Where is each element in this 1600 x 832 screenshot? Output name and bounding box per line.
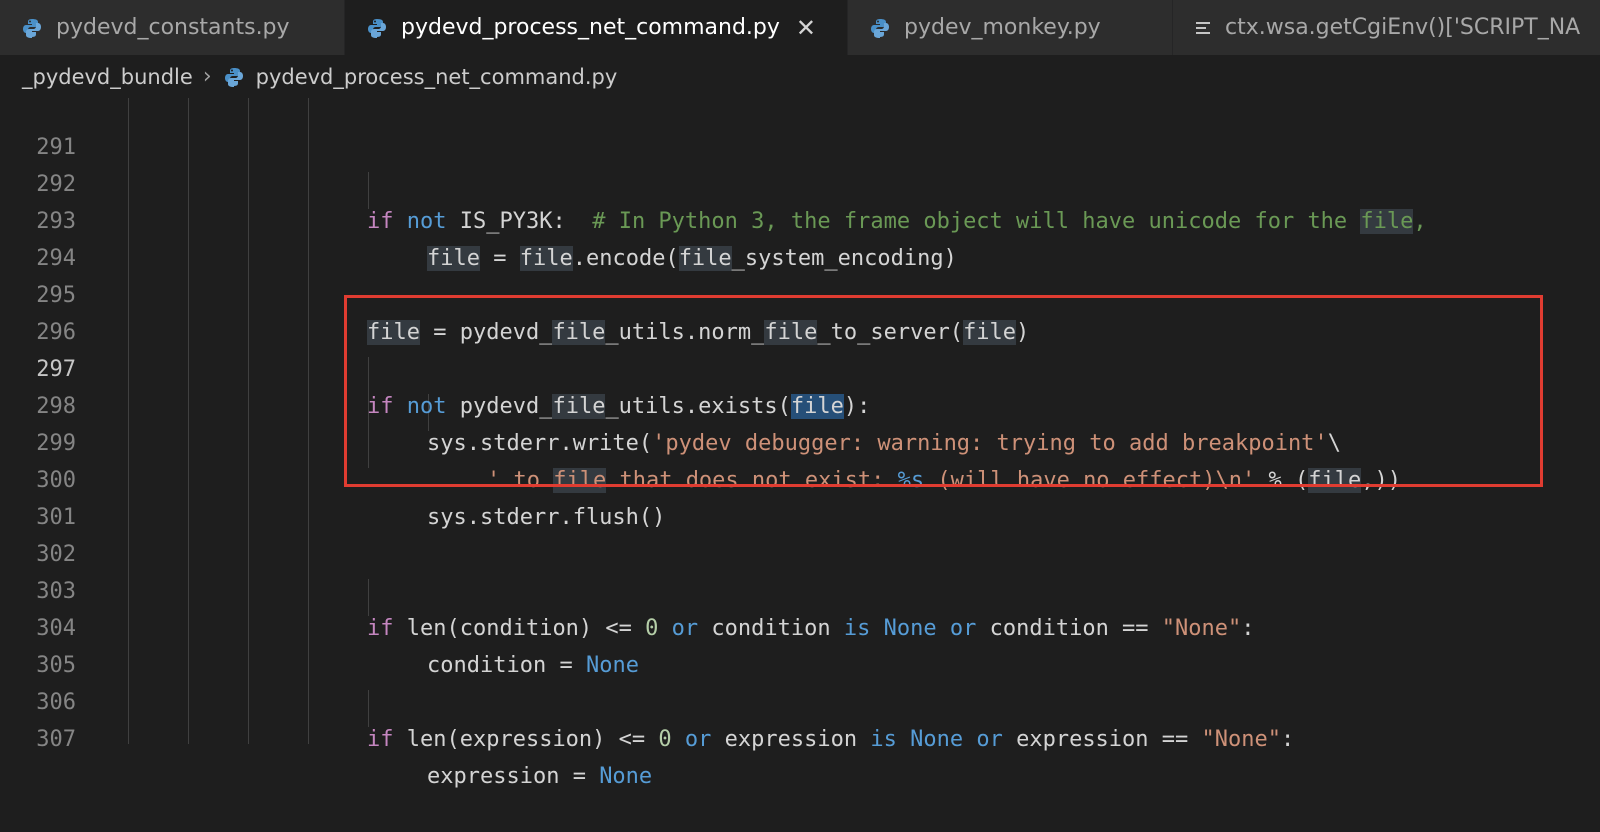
code-editor[interactable]: 291 292 if not IS_PY3K: # In Python 3, t… (0, 98, 1600, 789)
code-line: 304 condition = None (0, 573, 1600, 678)
code-text: if len(expression) <= 0 or expression is… (367, 721, 1294, 758)
breadcrumb-folder[interactable]: _pydevd_bundle (22, 65, 193, 89)
python-icon (367, 18, 387, 38)
python-icon (870, 18, 890, 38)
keyword: is (870, 727, 897, 752)
tab-label: pydevd_process_net_command.py (401, 15, 780, 40)
code-text: expression = None (427, 758, 652, 795)
breadcrumb-file[interactable]: pydevd_process_net_command.py (256, 65, 618, 89)
tab-label: pydevd_constants.py (56, 15, 290, 40)
code-line: 302 (0, 499, 1600, 567)
code-token: len(expression) <= (393, 727, 659, 752)
code-line: 307 expression = None (0, 684, 1600, 789)
python-icon (224, 67, 244, 87)
tab-label: pydev_monkey.py (904, 15, 1101, 40)
keyword: None (896, 727, 964, 752)
keyword: if (367, 727, 394, 752)
tab-pydevd-constants[interactable]: pydevd_constants.py (0, 0, 345, 55)
chevron-right-icon: › (202, 64, 212, 89)
keyword: or (963, 727, 1003, 752)
code-token: expression == (1002, 727, 1202, 752)
tab-label: ctx.wsa.getCgiEnv()['SCRIPT_NA (1225, 15, 1581, 40)
close-icon[interactable]: ✕ (796, 14, 816, 42)
code-line: 305 (0, 610, 1600, 678)
code-line: 291 (0, 92, 1600, 160)
code-token: expression = (427, 764, 600, 789)
string: "None" (1201, 727, 1282, 752)
code-line: 293 file = file.encode(file_system_encod… (0, 166, 1600, 271)
text-file-icon (1195, 20, 1211, 36)
code-token: : (1281, 727, 1295, 752)
code-line: 303 if len(condition) <= 0 or condition … (0, 536, 1600, 641)
editor-tab-bar: pydevd_constants.py pydevd_process_net_c… (0, 0, 1600, 55)
line-number: 307 (36, 727, 76, 752)
code-line: 306 if len(expression) <= 0 or expressio… (0, 647, 1600, 752)
code-line: 292 if not IS_PY3K: # In Python 3, the f… (0, 129, 1600, 234)
code-line: 294 (0, 203, 1600, 271)
code-line: 295 file = pydevd_file_utils.norm_file_t… (0, 240, 1600, 345)
annotation-box (344, 295, 1543, 487)
code-token: expression (711, 727, 871, 752)
tab-pydev-monkey[interactable]: pydev_monkey.py (848, 0, 1173, 55)
python-icon (22, 18, 42, 38)
number: 0 (658, 727, 672, 752)
keyword: None (599, 764, 653, 789)
tab-pydevd-process-net-command[interactable]: pydevd_process_net_command.py ✕ (345, 0, 848, 55)
tab-ctx-wsa-script-name[interactable]: ctx.wsa.getCgiEnv()['SCRIPT_NA (1173, 0, 1600, 55)
keyword: or (671, 727, 712, 752)
